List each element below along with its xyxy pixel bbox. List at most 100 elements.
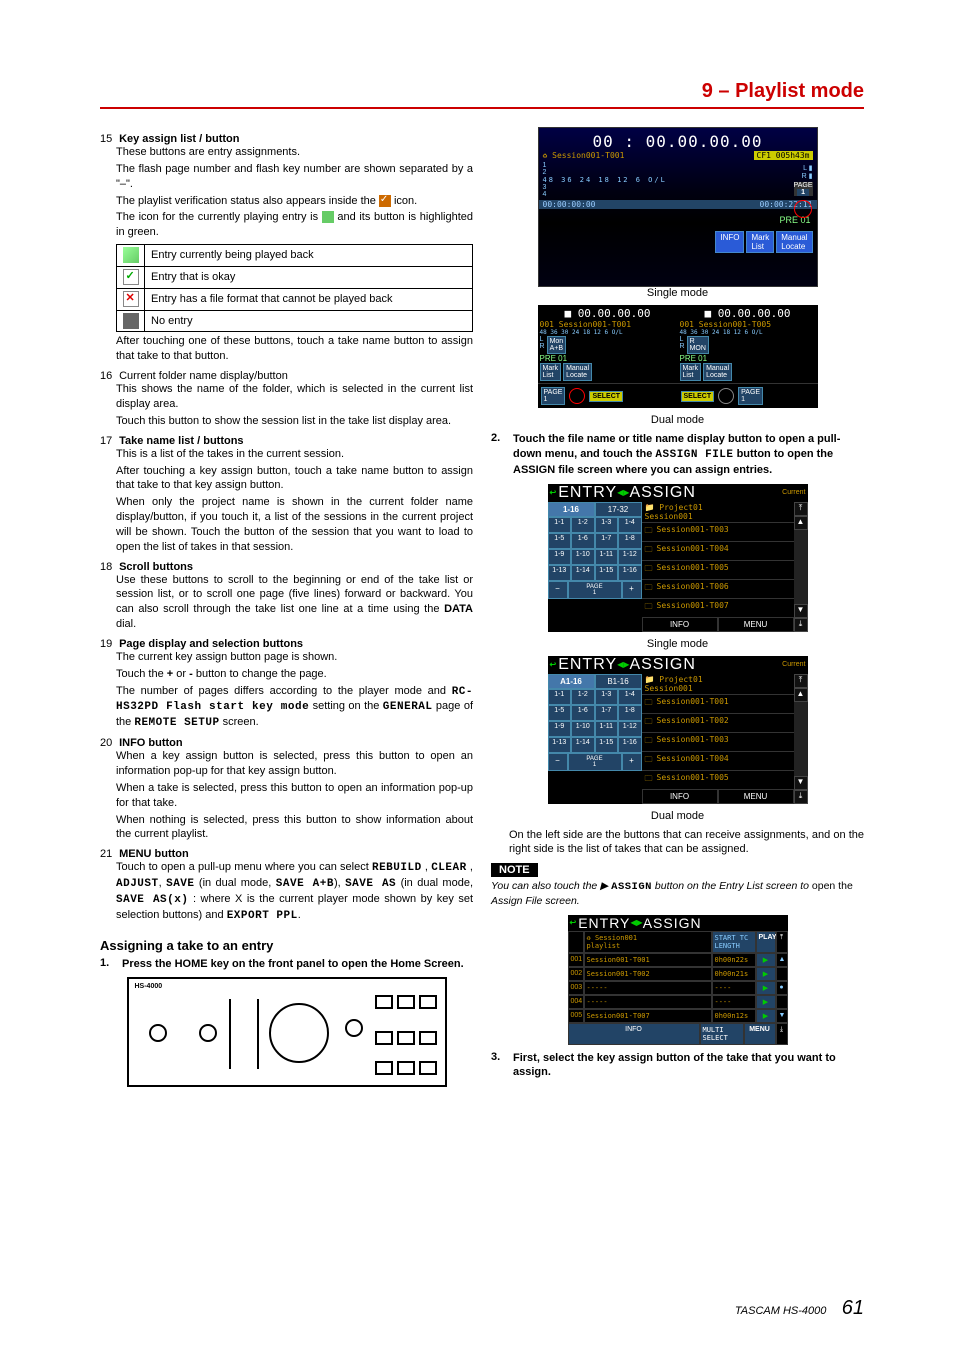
scrollbar[interactable]: ⤒ ▲ ▼ ⤓ [794,674,808,804]
key-assign-button[interactable]: 1-10 [571,549,595,565]
select-button[interactable]: SELECT [681,391,715,402]
key-assign-button[interactable]: 1-12 [618,549,642,565]
key-assign-button[interactable]: 1-1 [548,517,572,533]
select-button[interactable]: SELECT [589,391,623,402]
caption: Single mode [491,638,864,650]
key-assign-button[interactable]: 1-9 [548,721,572,737]
jog-icon[interactable] [718,388,734,404]
key-assign-button[interactable]: 1-4 [618,689,642,705]
menu-button[interactable]: MENU [718,789,794,804]
key-assign-button[interactable]: 1-15 [595,565,619,581]
key-assign-button[interactable]: 1-14 [571,565,595,581]
para: The playlist verification status also ap… [116,194,473,209]
mon-button[interactable]: Mon A+B [547,336,567,354]
info-button[interactable]: INFO [642,617,718,632]
key-assign-button[interactable]: 1-10 [571,721,595,737]
take-row[interactable]: 🗀Session001-T003 [642,522,794,541]
project-path[interactable]: 📁 Project01 Session001 [642,674,794,694]
legend-text: Entry has a file format that cannot be p… [145,288,473,310]
take-row[interactable]: 🗀Session001-T004 [642,541,794,560]
icon-legend-table: Entry currently being played back Entry … [116,244,473,332]
manual-locate-button[interactable]: Manual Locate [563,363,592,381]
back-icon[interactable]: ↩ [548,658,559,671]
take-row[interactable]: 🗀Session001-T003 [642,732,794,751]
key-assign-button[interactable]: 1-9 [548,549,572,565]
key-assign-button[interactable]: 1-5 [548,705,572,721]
project-path[interactable]: 📁 Project01 Session001 [642,502,794,522]
page-button[interactable]: PAGE 1 [541,387,566,405]
menu-button[interactable]: MENU [718,617,794,632]
info-button[interactable]: INFO [715,231,744,253]
jog-icon[interactable] [794,200,812,218]
key-assign-button[interactable]: 1-3 [595,517,619,533]
key-assign-button[interactable]: 1-4 [618,517,642,533]
take-row[interactable]: 🗀Session001-T001 [642,694,794,713]
back-icon[interactable]: ↩ [548,486,559,499]
key-assign-button[interactable]: 1-1 [548,689,572,705]
key-assign-button[interactable]: 1-14 [571,737,595,753]
scroll-top-icon[interactable]: ⤒ [776,931,788,953]
page-minus-button[interactable]: − [548,753,568,771]
take-row[interactable]: 🗀Session001-T005 [642,770,794,789]
key-assign-button[interactable]: 1-3 [595,689,619,705]
info-button[interactable]: INFO [568,1023,700,1045]
scroll-bottom-icon[interactable]: ⤓ [794,790,808,804]
mark-list-button[interactable]: Mark List [746,231,774,253]
entry-row[interactable]: 002Session001-T0020h00n21s▶ [568,967,788,981]
manual-locate-button[interactable]: Manual Locate [776,231,812,253]
entry-row[interactable]: 001Session001-T0010h00n22s▶▲ [568,953,788,967]
page-plus-button[interactable]: + [622,753,642,771]
key-assign-button[interactable]: 1-6 [571,705,595,721]
scroll-bottom-icon[interactable]: ⤓ [776,1023,788,1045]
manual-locate-button[interactable]: Manual Locate [703,363,732,381]
key-assign-button[interactable]: 1-6 [571,533,595,549]
key-assign-button[interactable]: 1-5 [548,533,572,549]
key-assign-button[interactable]: 1-8 [618,533,642,549]
scroll-down-icon[interactable]: ▼ [794,604,808,618]
jog-icon[interactable] [569,388,585,404]
scroll-up-icon[interactable]: ▲ [794,516,808,530]
scroll-down-icon[interactable]: ▼ [794,776,808,790]
key-assign-button[interactable]: 1-15 [595,737,619,753]
tab-1-16[interactable]: 1-16 [548,502,595,517]
page-plus-button[interactable]: + [622,581,642,599]
key-assign-button[interactable]: 1-2 [571,517,595,533]
take-row[interactable]: 🗀Session001-T004 [642,751,794,770]
take-row[interactable]: 🗀Session001-T006 [642,579,794,598]
mark-list-button[interactable]: Mark List [680,363,702,381]
scroll-up-icon[interactable]: ▲ [794,688,808,702]
entry-row[interactable]: 005Session001-T0070h00n12s▶▼ [568,1009,788,1023]
scrollbar[interactable]: ⤒ ▲ ▼ ⤓ [794,502,808,632]
tab-b1-16[interactable]: B1-16 [595,674,642,689]
scroll-top-icon[interactable]: ⤒ [794,502,808,516]
multi-select-button[interactable]: MULTI SELECT [700,1023,744,1045]
key-assign-button[interactable]: 1-7 [595,705,619,721]
take-row[interactable]: 🗀Session001-T007 [642,598,794,617]
key-assign-button[interactable]: 1-12 [618,721,642,737]
take-row[interactable]: 🗀Session001-T002 [642,713,794,732]
key-assign-button[interactable]: 1-8 [618,705,642,721]
page-button[interactable]: PAGE 1 [738,387,763,405]
key-assign-button[interactable]: 1-13 [548,737,572,753]
key-assign-button[interactable]: 1-16 [618,565,642,581]
key-assign-button[interactable]: 1-11 [595,549,619,565]
mark-list-button[interactable]: Mark List [540,363,562,381]
key-assign-button[interactable]: 1-11 [595,721,619,737]
status-check-icon [379,195,391,207]
page-minus-button[interactable]: − [548,581,568,599]
key-assign-button[interactable]: 1-2 [571,689,595,705]
entry-row[interactable]: 004---------▶ [568,995,788,1009]
rmon-button[interactable]: R MON [687,336,709,354]
back-icon[interactable]: ↩ [568,916,579,929]
key-assign-button[interactable]: 1-16 [618,737,642,753]
tab-17-32[interactable]: 17-32 [595,502,642,517]
key-assign-button[interactable]: 1-7 [595,533,619,549]
entry-row[interactable]: 003---------▶● [568,981,788,995]
scroll-bottom-icon[interactable]: ⤓ [794,618,808,632]
take-row[interactable]: 🗀Session001-T005 [642,560,794,579]
tab-a1-16[interactable]: A1-16 [548,674,595,689]
menu-button[interactable]: MENU [744,1023,776,1045]
scroll-top-icon[interactable]: ⤒ [794,674,808,688]
key-assign-button[interactable]: 1-13 [548,565,572,581]
info-button[interactable]: INFO [642,789,718,804]
